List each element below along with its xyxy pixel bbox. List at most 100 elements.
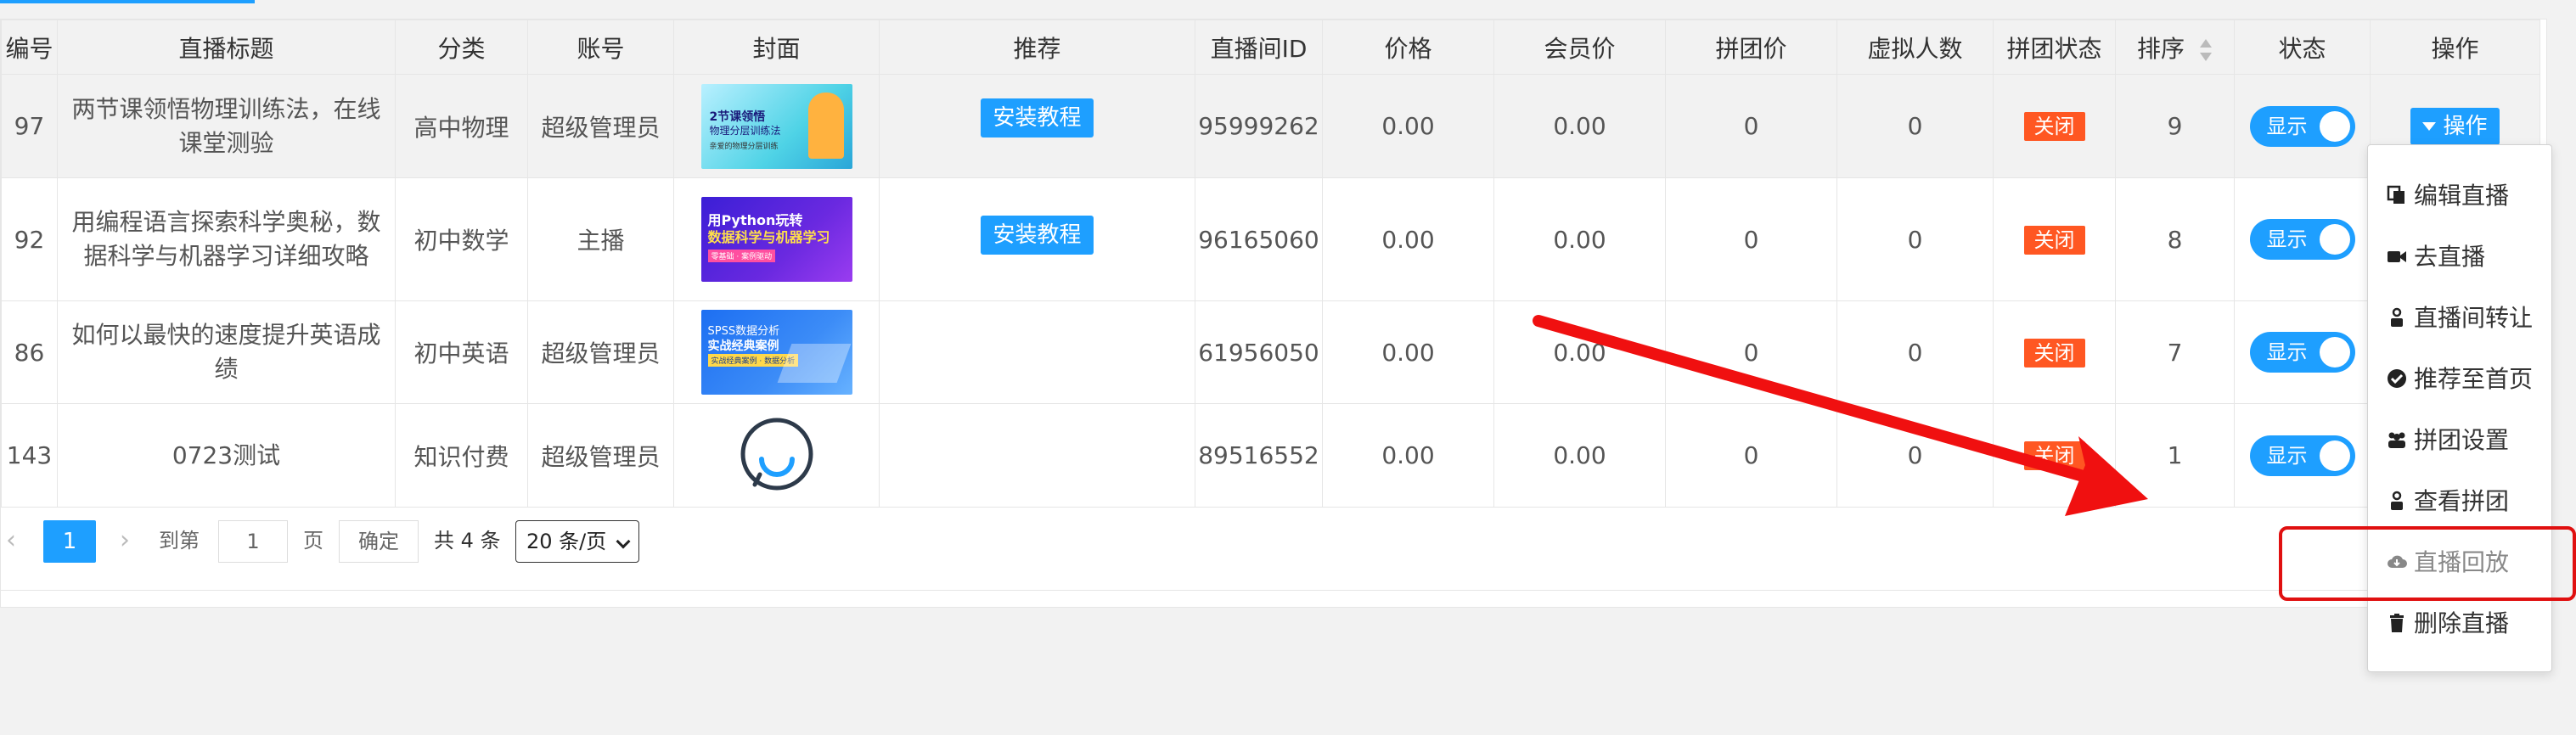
cell-category: 初中英语 <box>395 300 528 404</box>
divider <box>1 590 2548 591</box>
cover-text-3: 亲爱的物理分层训练 <box>709 142 779 151</box>
cell-price: 0.00 <box>1322 300 1494 404</box>
cell-sort: 8 <box>2115 177 2235 301</box>
header-price: 价格 <box>1322 20 1494 75</box>
cell-group-price: 0 <box>1665 74 1837 178</box>
sort-arrows-icon[interactable] <box>2199 38 2213 62</box>
header-id: 编号 <box>1 20 58 75</box>
goto-page-input[interactable]: 1 <box>218 520 288 563</box>
menu-item-label: 编辑直播 <box>2414 182 2510 210</box>
cell-status: 显示 <box>2234 403 2371 508</box>
video-camera-icon <box>2388 251 2406 262</box>
menu-item-group-settings[interactable]: 拼团设置 <box>2368 410 2553 471</box>
cover-text-2: 物理分层训练法 <box>709 124 781 137</box>
live-table: 编号 直播标题 分类 账号 封面 推荐 直播间ID 价格 会员价 拼团价 虚拟人… <box>1 20 2540 508</box>
cell-status: 显示 <box>2234 300 2371 404</box>
cell-recommend <box>879 403 1195 508</box>
annotation-highlight-box <box>2279 526 2576 601</box>
display-toggle[interactable]: 显示 <box>2249 105 2355 147</box>
cell-account: 超级管理员 <box>527 74 674 178</box>
menu-item-label: 查看拼团 <box>2414 487 2510 515</box>
header-account: 账号 <box>527 20 674 75</box>
menu-item-edit-live[interactable]: 编辑直播 <box>2368 166 2553 227</box>
cell-title: 用编程语言探索科学奥秘，数据科学与机器学习详细攻略 <box>57 177 396 301</box>
menu-item-label: 推荐至首页 <box>2414 365 2534 393</box>
cell-title: 如何以最快的速度提升英语成绩 <box>57 300 396 404</box>
header-sort[interactable]: 排序 <box>2115 20 2235 75</box>
cell-cover <box>673 403 880 508</box>
cell-category: 知识付费 <box>395 403 528 508</box>
menu-item-transfer-room[interactable]: 直播间转让 <box>2368 288 2553 349</box>
next-page-icon[interactable]: › <box>120 515 130 566</box>
cell-id: 97 <box>1 74 58 178</box>
cell-group-status: 关闭 <box>1993 177 2116 301</box>
cover-image[interactable]: SPSS数据分析 实战经典案例 实战经典案例 · 数据分析 <box>700 310 852 395</box>
header-sort-label: 排序 <box>2137 34 2185 63</box>
cell-group-status: 关闭 <box>1993 403 2116 508</box>
cover-text-1: SPSS数据分析 <box>707 325 780 338</box>
header-member-price: 会员价 <box>1493 20 1666 75</box>
header-action: 操作 <box>2370 20 2540 75</box>
cover-image[interactable]: 用Python玩转 数据科学与机器学习 零基础 · 案例驱动 <box>700 197 852 282</box>
cell-sort: 7 <box>2115 300 2235 404</box>
cell-account: 超级管理员 <box>527 403 674 508</box>
install-tutorial-button[interactable]: 安装教程 <box>981 216 1094 255</box>
cell-recommend: 安装教程 <box>879 177 1195 301</box>
toggle-knob <box>2319 110 2350 142</box>
cell-virtual: 0 <box>1836 403 1994 508</box>
live-list-panel: 编号 直播标题 分类 账号 封面 推荐 直播间ID 价格 会员价 拼团价 虚拟人… <box>0 19 2548 608</box>
status-badge: 关闭 <box>2023 112 2085 141</box>
header-recommend: 推荐 <box>879 20 1195 75</box>
toggle-label: 显示 <box>2266 114 2308 138</box>
user-icon <box>2391 307 2403 327</box>
total-count: 共 4 条 <box>434 529 501 553</box>
cell-price: 0.00 <box>1322 74 1494 178</box>
cover-image[interactable]: 2节课领悟 物理分层训练法 亲爱的物理分层训练 <box>700 83 852 169</box>
goto-confirm-button[interactable]: 确定 <box>339 520 419 563</box>
cell-group-price: 0 <box>1665 300 1837 404</box>
actions-dropdown-button[interactable]: 操作 <box>2410 107 2500 145</box>
menu-item-go-live[interactable]: 去直播 <box>2368 227 2553 288</box>
goto-label: 到第 <box>159 529 200 553</box>
menu-item-label: 去直播 <box>2414 243 2486 271</box>
prev-page-icon[interactable]: ‹ <box>6 515 16 566</box>
users-icon <box>2388 432 2405 448</box>
install-tutorial-button[interactable]: 安装教程 <box>981 98 1094 137</box>
copy-icon <box>2387 185 2404 204</box>
toggle-label: 显示 <box>2266 340 2308 364</box>
menu-item-recommend-home[interactable]: 推荐至首页 <box>2368 349 2553 410</box>
cover-text-3: 零基础 · 案例驱动 <box>707 250 776 262</box>
loading-chat-icon <box>740 418 813 490</box>
page-size-select[interactable]: 20 条/页 <box>515 520 639 563</box>
cell-account: 超级管理员 <box>527 300 674 404</box>
cell-virtual: 0 <box>1836 177 1994 301</box>
header-status: 状态 <box>2234 20 2371 75</box>
cell-price: 0.00 <box>1322 403 1494 508</box>
display-toggle[interactable]: 显示 <box>2249 219 2355 260</box>
check-circle-icon <box>2388 369 2406 388</box>
user-icon <box>2391 491 2403 510</box>
table-row: 92 用编程语言探索科学奥秘，数据科学与机器学习详细攻略 初中数学 主播 用Py… <box>1 177 2540 301</box>
caret-down-icon <box>2422 122 2437 131</box>
menu-item-delete-live[interactable]: 删除直播 <box>2368 593 2553 654</box>
header-category: 分类 <box>395 20 528 75</box>
cell-virtual: 0 <box>1836 300 1994 404</box>
display-toggle[interactable]: 显示 <box>2249 332 2355 373</box>
cell-recommend <box>879 300 1195 404</box>
page-number-current[interactable]: 1 <box>43 520 96 563</box>
cell-sort: 1 <box>2115 403 2235 508</box>
menu-item-view-group[interactable]: 查看拼团 <box>2368 471 2553 532</box>
status-badge: 关闭 <box>2023 225 2085 255</box>
header-group-price: 拼团价 <box>1665 20 1837 75</box>
display-toggle[interactable]: 显示 <box>2249 435 2355 476</box>
cell-member-price: 0.00 <box>1493 74 1666 178</box>
header-virtual: 虚拟人数 <box>1836 20 1994 75</box>
cell-virtual: 0 <box>1836 74 1994 178</box>
pagination: ‹ 1 › 到第 1 页 确定 共 4 条 20 条/页 <box>1 515 765 566</box>
cell-group-price: 0 <box>1665 403 1837 508</box>
page-size-value: 20 条/页 <box>526 530 607 553</box>
header-cover: 封面 <box>673 20 880 75</box>
table-header-row: 编号 直播标题 分类 账号 封面 推荐 直播间ID 价格 会员价 拼团价 虚拟人… <box>1 20 2540 75</box>
header-room-id: 直播间ID <box>1195 20 1323 75</box>
menu-item-label: 删除直播 <box>2414 609 2510 637</box>
